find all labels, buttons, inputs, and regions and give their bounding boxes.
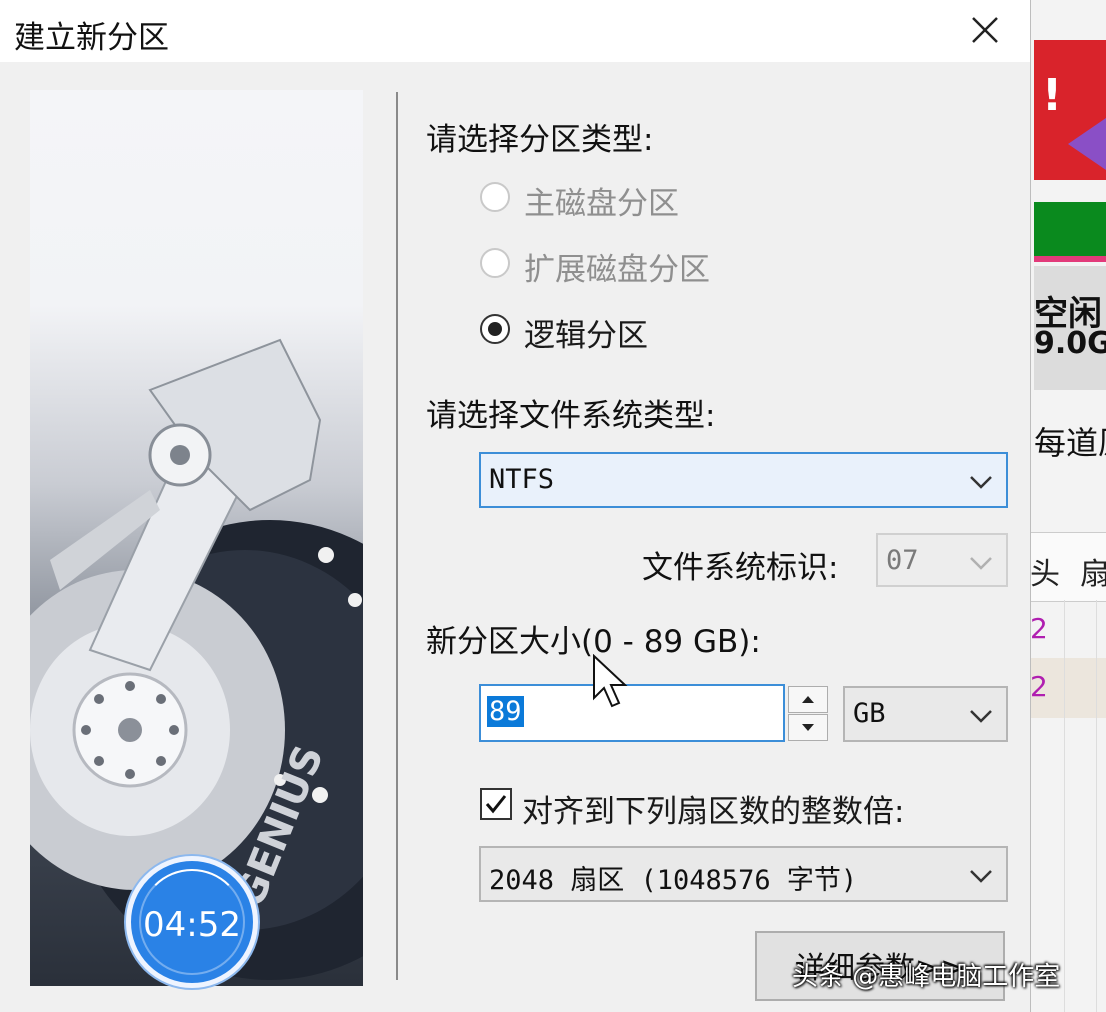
background-window: ! 空闲 9.0GI 每道原 头 扇 2 2 bbox=[1030, 0, 1106, 1012]
radio-logical-label: 逻辑分区 bbox=[524, 318, 648, 354]
radio-button[interactable] bbox=[480, 248, 510, 278]
hard-disk-graphic: GENIUS bbox=[30, 338, 363, 980]
radio-extended-label: 扩展磁盘分区 bbox=[524, 252, 710, 288]
table-header: 头 扇 bbox=[1030, 532, 1106, 602]
filesystem-select[interactable]: NTFS bbox=[479, 452, 1008, 508]
chevron-down-icon bbox=[970, 710, 992, 723]
filesystem-id-select[interactable]: 07 bbox=[876, 533, 1008, 587]
table-row: 2 bbox=[1030, 658, 1106, 718]
checkmark-icon bbox=[485, 795, 507, 814]
partition-type-label: 请选择分区类型: bbox=[426, 122, 654, 158]
partition-size-input[interactable]: 89 bbox=[479, 684, 785, 742]
arrow-down-icon bbox=[802, 724, 814, 731]
align-sectors-select[interactable]: 2048 扇区 (1048576 字节) bbox=[479, 846, 1008, 902]
title-bar: 建立新分区 bbox=[0, 0, 1030, 62]
radio-button[interactable] bbox=[480, 182, 510, 212]
track-label: 每道原 bbox=[1034, 424, 1106, 462]
arrow-icon bbox=[1068, 118, 1106, 170]
hard-disk-illustration: GENIUS bbox=[30, 90, 363, 986]
disk-bar bbox=[1034, 202, 1106, 262]
table-header-cell: 头 bbox=[1030, 557, 1060, 592]
table-row: 2 bbox=[1030, 600, 1106, 660]
filesystem-value: NTFS bbox=[489, 464, 555, 495]
table-header-cell: 扇 bbox=[1080, 557, 1106, 592]
close-button[interactable] bbox=[960, 8, 1010, 52]
align-sectors-label: 对齐到下列扇区数的整数倍: bbox=[522, 794, 905, 830]
mouse-cursor-icon bbox=[593, 654, 628, 708]
filesystem-type-label: 请选择文件系统类型: bbox=[426, 398, 716, 434]
table-cell: 2 bbox=[1030, 612, 1048, 645]
close-icon bbox=[972, 17, 998, 43]
radio-button[interactable] bbox=[480, 314, 510, 344]
free-space-size: 9.0GI bbox=[1034, 326, 1106, 361]
size-decrement-button[interactable] bbox=[788, 714, 828, 741]
size-unit-select[interactable]: GB bbox=[843, 686, 1008, 742]
size-increment-button[interactable] bbox=[788, 686, 828, 713]
chevron-down-icon bbox=[970, 870, 992, 883]
align-sectors-value: 2048 扇区 (1048576 字节) bbox=[489, 865, 858, 896]
arrow-up-icon bbox=[802, 696, 814, 703]
chevron-down-icon bbox=[970, 476, 992, 489]
countdown-timer: 04:52 bbox=[126, 856, 258, 988]
chevron-down-icon bbox=[970, 557, 992, 570]
watermark-text: 头条 @惠峰电脑工作室 bbox=[792, 962, 1061, 992]
vertical-divider bbox=[396, 92, 398, 980]
dialog-title: 建立新分区 bbox=[14, 20, 169, 56]
align-sectors-checkbox[interactable] bbox=[480, 788, 512, 820]
timer-text: 04:52 bbox=[143, 905, 241, 945]
partition-size-value: 89 bbox=[487, 696, 524, 727]
new-partition-dialog: 建立新分区 GENIUS 04:52 请选择分区类型: 主磁盘分区 扩展磁盘分区… bbox=[0, 0, 1031, 1012]
table-cell: 2 bbox=[1030, 670, 1048, 703]
filesystem-id-label: 文件系统标识: bbox=[642, 550, 839, 586]
filesystem-id-value: 07 bbox=[886, 545, 919, 576]
radio-primary-label: 主磁盘分区 bbox=[524, 186, 679, 222]
size-unit-value: GB bbox=[853, 698, 886, 729]
